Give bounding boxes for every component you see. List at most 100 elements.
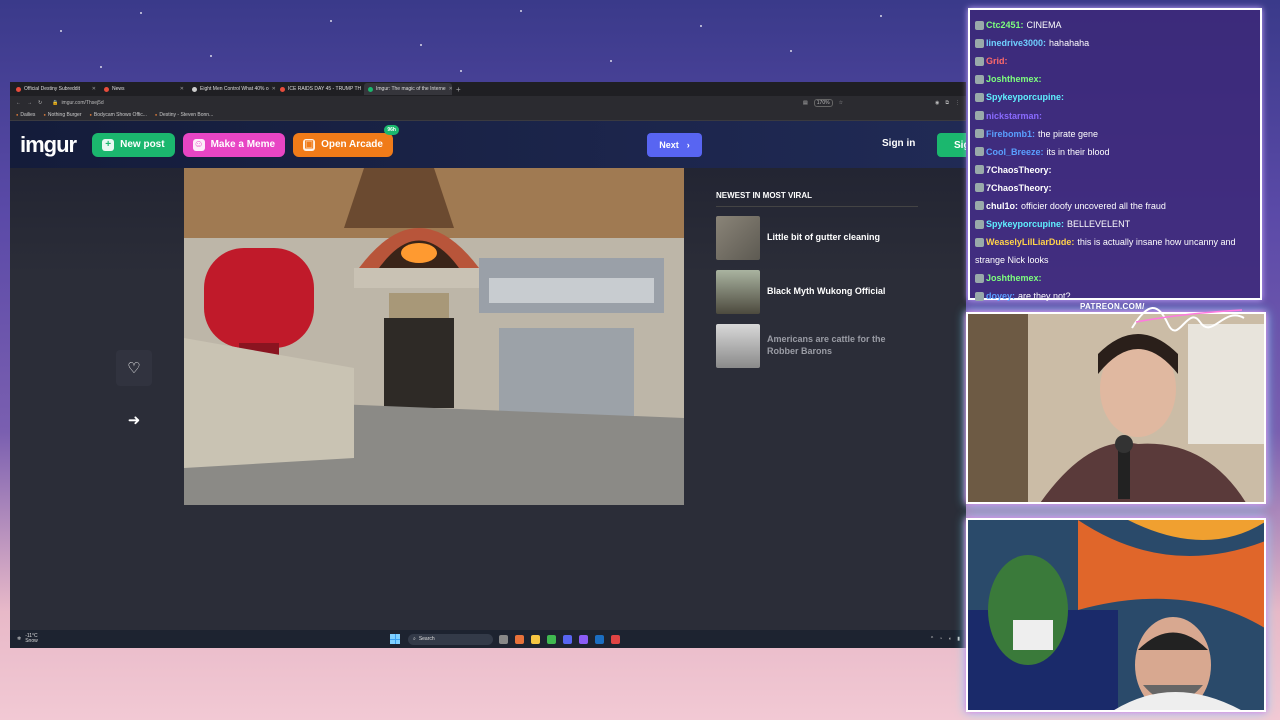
network-icon[interactable]: ◔ (939, 636, 942, 642)
chat-username[interactable]: 7ChaosTheory: (986, 165, 1052, 175)
bookmark-item[interactable]: Nothing Burger (43, 112, 82, 118)
lock-icon: 🔒 (52, 100, 59, 106)
chat-message: WeaselyLilLiarDude: this is actually insa… (975, 233, 1255, 251)
chat-message: 7ChaosTheory: (975, 161, 1255, 179)
extensions-icon[interactable]: ⧉ (945, 100, 949, 106)
search-icon: ⌕ (413, 636, 416, 642)
snow-icon: ❄ (17, 636, 22, 642)
chat-username[interactable]: Cool_Breeze: (986, 147, 1044, 157)
sign-in-link[interactable]: Sign in (882, 138, 915, 149)
meme-icon: ☺ (192, 138, 205, 151)
viral-post[interactable]: Little bit of gutter cleaning (716, 215, 918, 260)
chat-text: its in their blood (1046, 146, 1110, 157)
page-icon (192, 86, 197, 92)
browser-tab[interactable]: ICE RAIDS DAY 45 - TRUMP TH✕ (276, 83, 364, 95)
chat-message: linedrive3000: hahahaha (975, 34, 1255, 52)
taskbar-search[interactable]: ⌕ Search (408, 633, 493, 645)
back-icon[interactable]: ← (16, 100, 21, 106)
new-tab-button[interactable]: + (452, 85, 465, 94)
heart-icon[interactable]: ♡ (116, 350, 152, 386)
arcade-badge: 96h (384, 124, 399, 135)
chat-message: nickstarman: (975, 106, 1255, 124)
chat-badge-icon (975, 129, 984, 139)
chat-username[interactable]: Spykeyporcupine: (986, 219, 1064, 229)
chat-username[interactable]: nickstarman: (986, 111, 1042, 121)
browser-app-icon[interactable] (515, 634, 524, 644)
chat-text: are they not? (1018, 291, 1071, 302)
post-image[interactable] (184, 168, 684, 505)
system-tray: ^ ◔ ◖ ▮ (931, 636, 966, 642)
outdoor-kitchen-photo (184, 168, 684, 505)
chat-message: Joshthemex: (975, 70, 1255, 88)
post-thumbnail (716, 323, 760, 368)
bookmark-item[interactable]: Dailies (16, 112, 35, 118)
chat-username[interactable]: Grid: (986, 56, 1008, 66)
chat-username[interactable]: Spykeyporcupine: (986, 92, 1064, 102)
close-icon[interactable]: ✕ (180, 86, 184, 92)
forward-icon[interactable]: → (27, 100, 32, 106)
chat-message: chul1o: officier doofy uncovered all the … (975, 197, 1255, 215)
windows-start-icon[interactable] (390, 634, 400, 644)
chat-username[interactable]: WeaselyLilLiarDude: (986, 237, 1074, 247)
reader-icon[interactable]: ▤ (803, 100, 808, 106)
reload-icon[interactable]: ↻ (38, 100, 42, 106)
chat-username[interactable]: Joshthemex: (986, 74, 1042, 84)
imgur-logo[interactable]: imgur (20, 132, 77, 158)
zoom-level[interactable]: 170% (813, 99, 833, 107)
chat-username[interactable]: linedrive3000: (986, 38, 1046, 48)
chat-username[interactable]: Firebomb1: (986, 129, 1035, 139)
url-field[interactable]: 🔒 imgur.com/Thsej5d (48, 98, 797, 108)
extension-icon[interactable]: ◉ (935, 100, 939, 106)
chat-message: Grid: (975, 52, 1255, 70)
chat-username[interactable]: chul1o: (986, 201, 1018, 211)
discord-icon[interactable] (563, 634, 572, 644)
weather-widget[interactable]: ❄ -11°C Snow (10, 633, 390, 645)
viral-post[interactable]: Americans are cattle for the Robber Baro… (716, 323, 918, 368)
chat-username[interactable]: 7ChaosTheory: (986, 183, 1052, 193)
browser-tab[interactable]: Official Destiny Subreddit ✕ (12, 83, 100, 95)
chevron-up-icon[interactable]: ^ (931, 636, 933, 642)
mic-icon[interactable]: ▮ (957, 636, 960, 642)
bookmark-item[interactable]: Destiny - Steven Bonn... (155, 112, 213, 118)
imgur-icon (368, 86, 373, 92)
task-view-icon[interactable] (499, 634, 508, 644)
post-thumbnail (716, 215, 760, 260)
chat-message: Firebomb1: the pirate gene (975, 125, 1255, 143)
chat-message: Spykeyporcupine: BELLEVELENT (975, 215, 1255, 233)
webcam-streamer-2 (966, 518, 1266, 712)
bookmark-star-icon[interactable]: ☆ (839, 100, 843, 106)
app-icon[interactable] (611, 634, 620, 644)
chat-username[interactable]: doyey: (986, 291, 1015, 301)
browser-tab-active[interactable]: Imgur: The magic of the Interne ✕ (364, 83, 452, 95)
app-icon[interactable] (547, 634, 556, 644)
make-meme-button[interactable]: ☺ Make a Meme (182, 132, 286, 157)
close-icon[interactable]: ✕ (92, 86, 96, 92)
chat-message: Spykeyporcupine: (975, 88, 1255, 106)
chat-message: Ctc2451: CINEMA (975, 16, 1255, 34)
browser-tab[interactable]: Eight Men Control What 40% o ✕ (188, 83, 276, 95)
webcam-feed (968, 314, 1264, 502)
chat-username[interactable]: Joshthemex: (986, 273, 1042, 283)
chat-badge-icon (975, 201, 984, 211)
obs-icon[interactable] (579, 634, 588, 644)
file-explorer-icon[interactable] (531, 634, 540, 644)
bookmark-item[interactable]: Bodycam Shows Offic... (90, 112, 147, 118)
chat-message: Cool_Breeze: its in their blood (975, 143, 1255, 161)
sign-up-button[interactable]: Sig (937, 133, 966, 157)
new-post-button[interactable]: + New post (92, 132, 175, 157)
browser-tab[interactable]: News ✕ (100, 83, 188, 95)
most-viral-sidebar: NEWEST IN MOST VIRAL Little bit of gutte… (716, 191, 918, 377)
open-arcade-button[interactable]: ▣ Open Arcade 96h (293, 124, 399, 157)
steam-icon[interactable] (595, 634, 604, 644)
webcam-streamer-1 (966, 312, 1266, 504)
viral-post[interactable]: Black Myth Wukong Official (716, 269, 918, 314)
gamepad-icon: ▣ (303, 138, 316, 151)
chat-badge-icon (975, 111, 984, 121)
volume-icon[interactable]: ◖ (948, 636, 951, 642)
menu-icon[interactable]: ⋮ (955, 100, 960, 106)
chat-username[interactable]: Ctc2451: (986, 20, 1024, 30)
share-arrow-icon[interactable]: ➜ (116, 402, 152, 438)
chat-badge-icon (975, 56, 984, 66)
next-button[interactable]: Next › (647, 133, 702, 157)
stream-chat: Ctc2451: CINEMA linedrive3000: hahahaha Grid… (968, 8, 1262, 302)
